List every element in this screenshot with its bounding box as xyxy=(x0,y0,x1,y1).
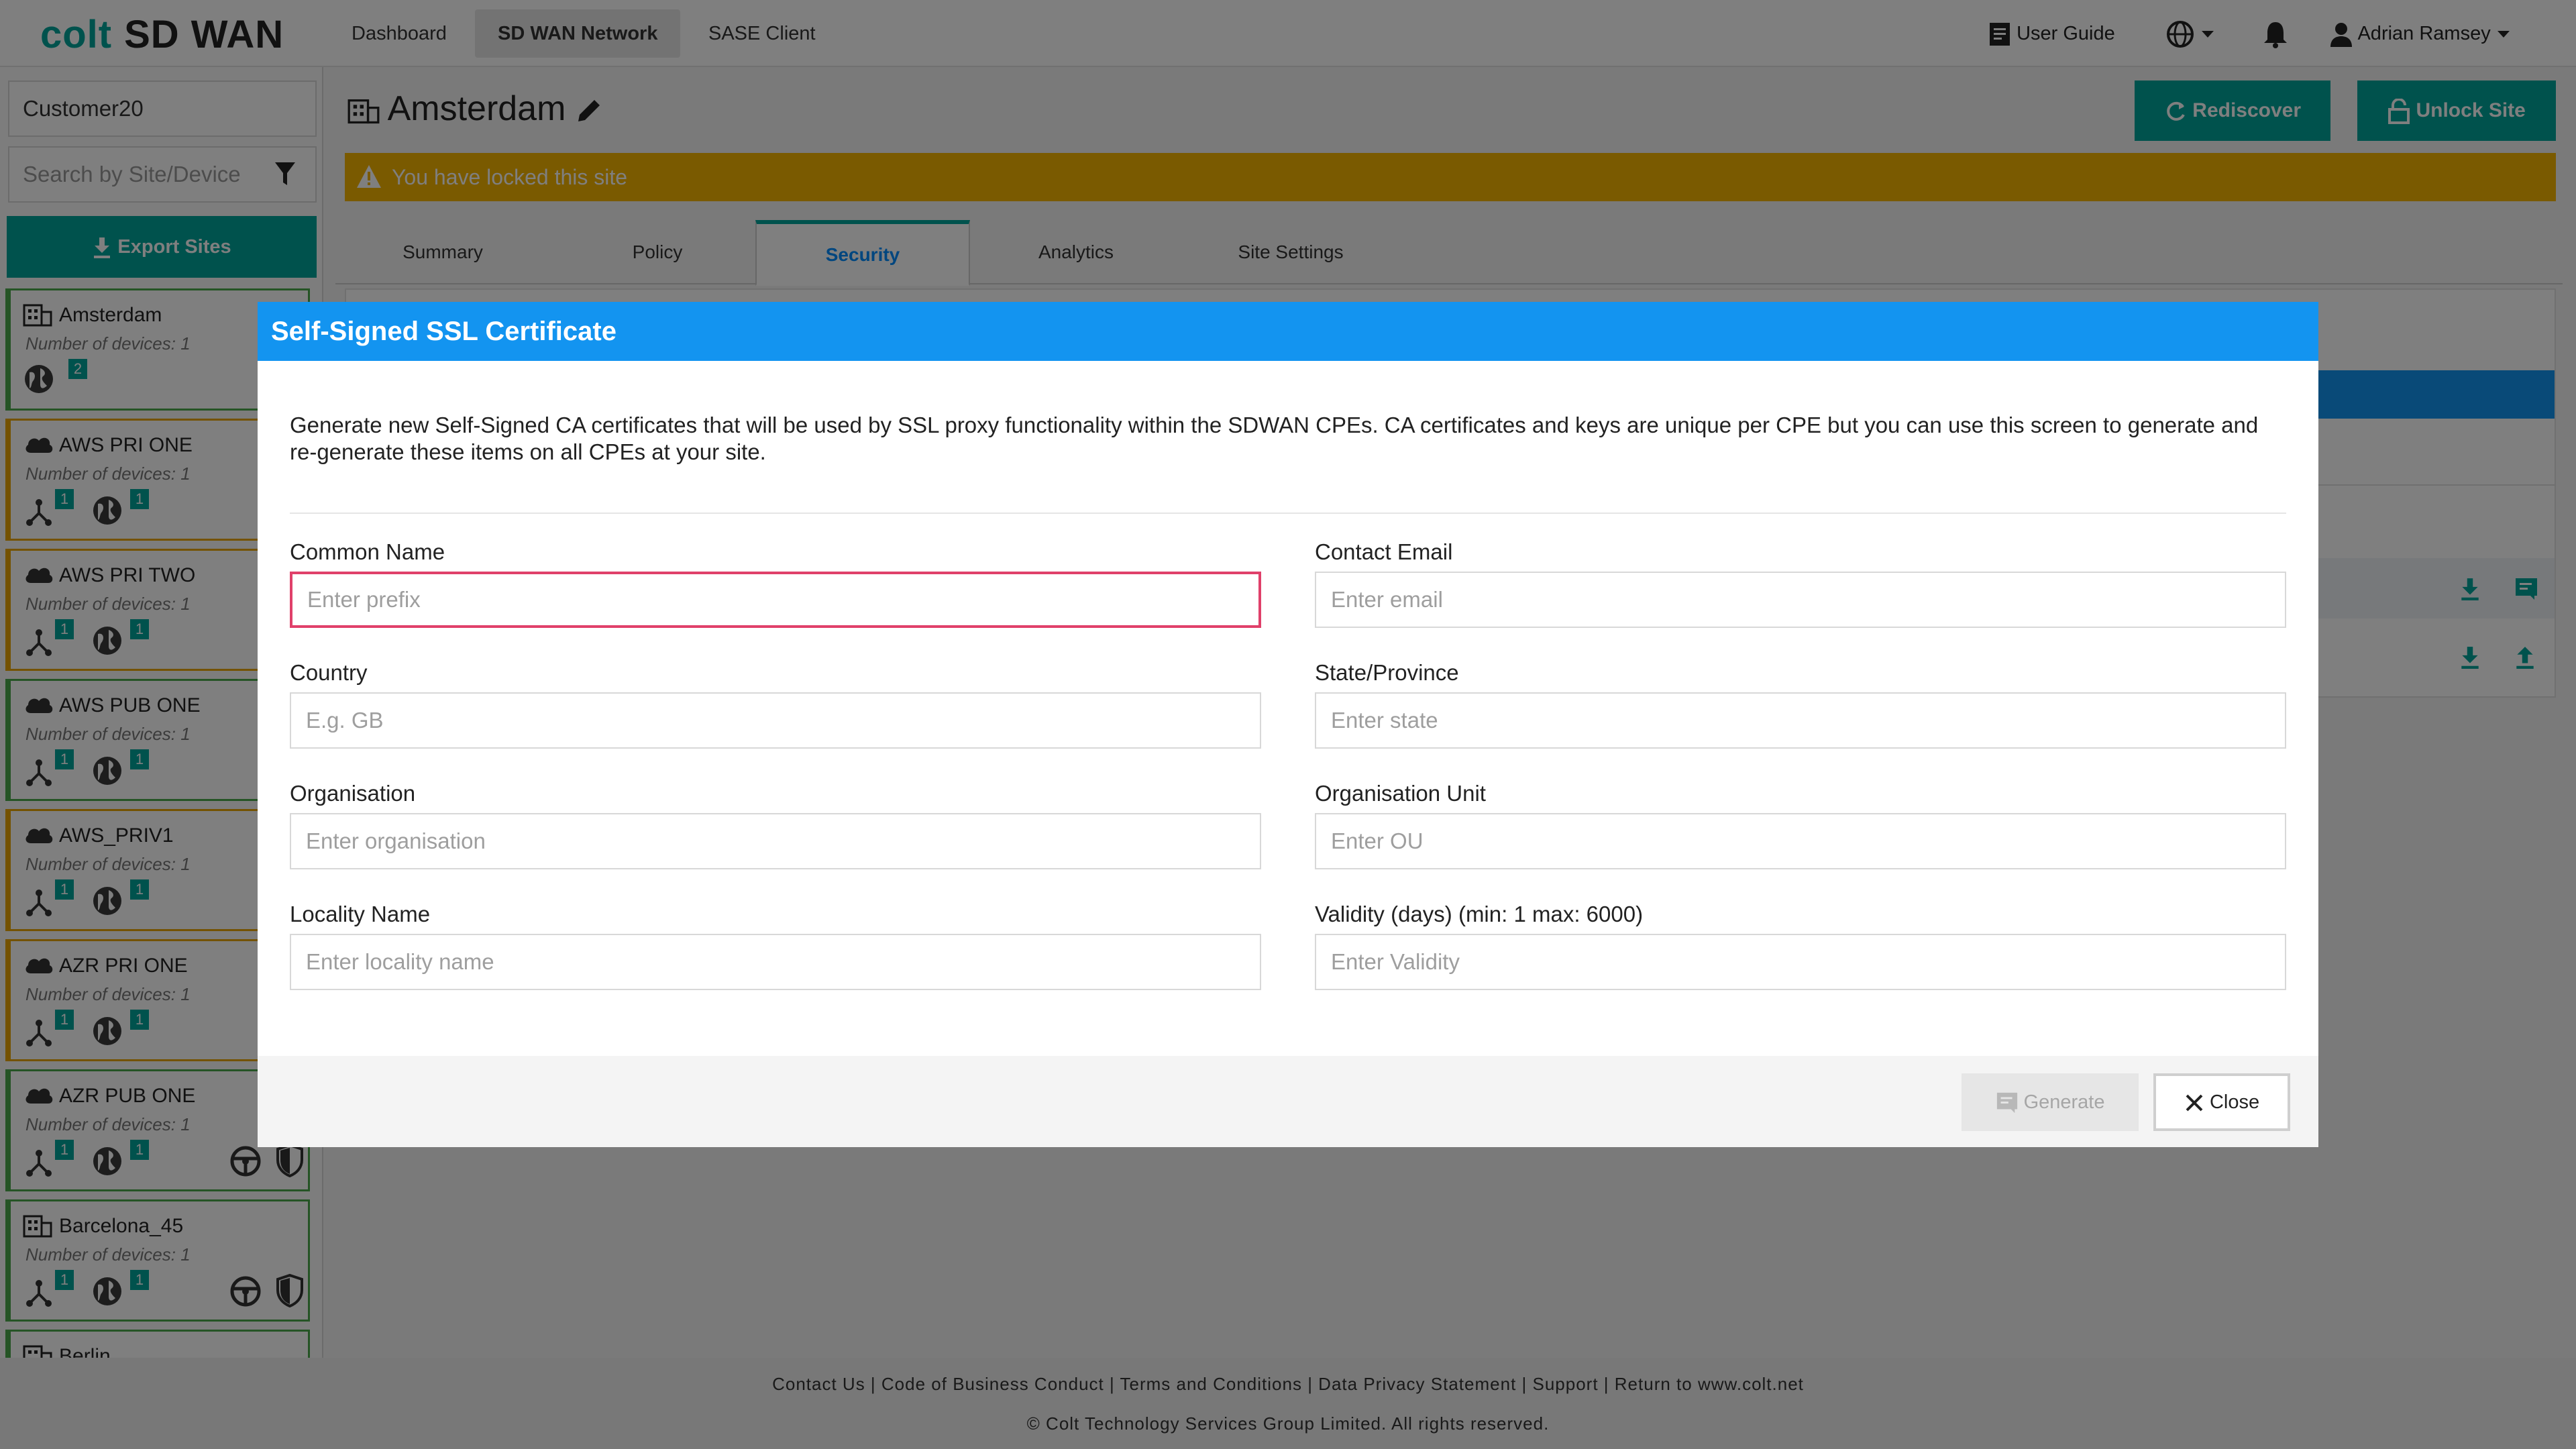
org-unit-input[interactable]: Enter OU xyxy=(1315,813,2286,869)
dialog-description: Generate new Self-Signed CA certificates… xyxy=(290,413,2259,464)
state-label: State/Province xyxy=(1315,660,1459,685)
country-label: Country xyxy=(290,660,368,685)
close-button[interactable]: Close xyxy=(2153,1073,2290,1131)
generate-label: Generate xyxy=(2023,1091,2105,1113)
locality-input[interactable]: Enter locality name xyxy=(290,934,1261,990)
org-unit-label: Organisation Unit xyxy=(1315,781,1486,806)
contact-email-label: Contact Email xyxy=(1315,539,1453,564)
dialog-title: Self-Signed SSL Certificate xyxy=(258,302,2318,361)
validity-label: Validity (days) (min: 1 max: 6000) xyxy=(1315,902,1644,926)
certificate-icon xyxy=(1996,1093,2017,1114)
close-icon xyxy=(2186,1094,2203,1112)
country-input[interactable]: E.g. GB xyxy=(290,692,1261,749)
validity-input[interactable]: Enter Validity xyxy=(1315,934,2286,990)
state-input[interactable]: Enter state xyxy=(1315,692,2286,749)
common-name-label: Common Name xyxy=(290,539,445,564)
common-name-input[interactable]: Enter prefix xyxy=(290,572,1261,628)
ssl-certificate-dialog: Self-Signed SSL Certificate Generate new… xyxy=(258,302,2318,1147)
close-label: Close xyxy=(2209,1091,2260,1113)
contact-email-input[interactable]: Enter email xyxy=(1315,572,2286,628)
organisation-label: Organisation xyxy=(290,781,416,806)
dialog-footer: Generate Close xyxy=(258,1056,2318,1147)
divider xyxy=(290,513,2286,514)
locality-label: Locality Name xyxy=(290,902,431,926)
organisation-input[interactable]: Enter organisation xyxy=(290,813,1261,869)
generate-button[interactable]: Generate xyxy=(1962,1073,2139,1131)
